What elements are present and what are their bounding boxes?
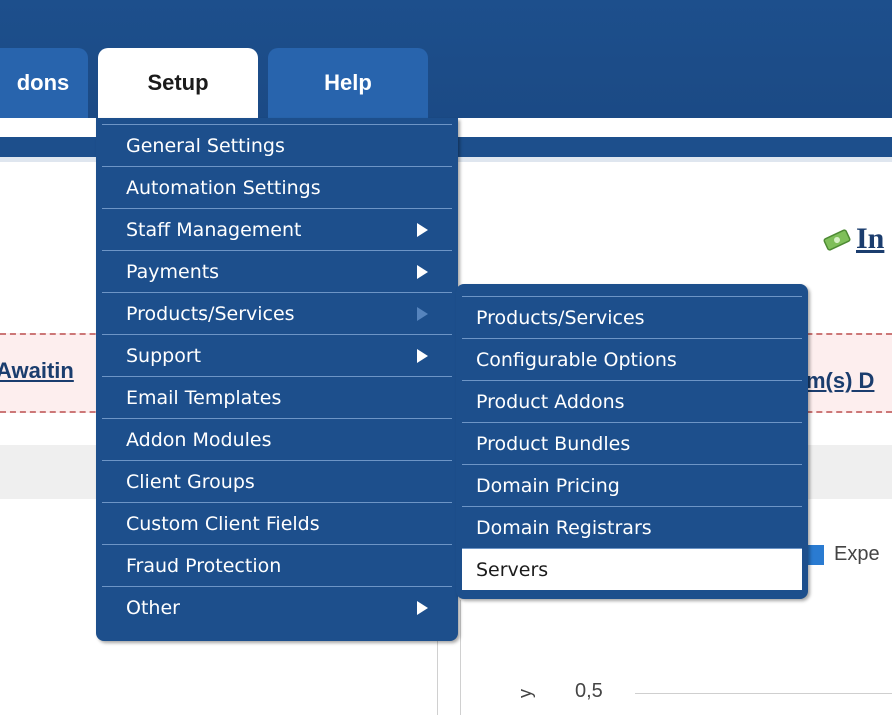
- tab-help[interactable]: Help: [268, 48, 428, 118]
- submenu-item-label: Product Addons: [476, 391, 625, 413]
- menu-item-staff-management[interactable]: Staff Management: [102, 208, 452, 250]
- menu-item-label: Automation Settings: [126, 177, 321, 199]
- submenu-item-label: Domain Pricing: [476, 475, 620, 497]
- money-icon: [823, 229, 851, 251]
- submenu-item-label: Domain Registrars: [476, 517, 652, 539]
- submenu-arrow-icon: [417, 223, 428, 237]
- tab-addons-label: dons: [16, 70, 70, 95]
- submenu-item-domain-pricing[interactable]: Domain Pricing: [462, 464, 802, 506]
- menu-item-label: Fraud Protection: [126, 555, 282, 577]
- submenu-item-label: Configurable Options: [476, 349, 677, 371]
- submenu-item-products-services[interactable]: Products/Services: [462, 296, 802, 338]
- chart-border: [460, 600, 461, 715]
- submenu-item-label: Servers: [476, 559, 549, 581]
- submenu-item-label: Product Bundles: [476, 433, 631, 455]
- menu-item-fraud-protection[interactable]: Fraud Protection: [102, 544, 452, 586]
- menu-item-label: General Settings: [126, 135, 285, 157]
- tab-help-label: Help: [324, 70, 372, 95]
- menu-item-label: Email Templates: [126, 387, 282, 409]
- submenu-item-configurable-options[interactable]: Configurable Options: [462, 338, 802, 380]
- y-axis-tick-label: 0,5: [575, 680, 603, 702]
- menu-item-label: Client Groups: [126, 471, 255, 493]
- submenu-arrow-icon: [417, 349, 428, 363]
- alert-items-link[interactable]: m(s) D: [806, 368, 874, 394]
- chart-legend: Expe: [806, 543, 880, 566]
- alert-awaiting-link[interactable]: Awaitin: [0, 358, 74, 384]
- menu-item-label: Products/Services: [126, 303, 295, 325]
- setup-dropdown-menu: General Settings Automation Settings Sta…: [96, 118, 458, 641]
- chart-gridline: [635, 693, 892, 694]
- tab-setup[interactable]: Setup: [98, 48, 258, 118]
- legend-swatch: [806, 544, 824, 565]
- menu-item-products-services[interactable]: Products/Services: [102, 292, 452, 334]
- menu-item-label: Addon Modules: [126, 429, 272, 451]
- submenu-arrow-icon: [417, 265, 428, 279]
- menu-item-addon-modules[interactable]: Addon Modules: [102, 418, 452, 460]
- submenu-item-servers[interactable]: Servers: [462, 548, 802, 590]
- menu-item-other[interactable]: Other: [102, 586, 452, 628]
- widget-title[interactable]: In: [856, 222, 884, 256]
- widget-title-text: In: [856, 222, 885, 255]
- menu-item-automation-settings[interactable]: Automation Settings: [102, 166, 452, 208]
- menu-item-client-groups[interactable]: Client Groups: [102, 460, 452, 502]
- submenu-item-domain-registrars[interactable]: Domain Registrars: [462, 506, 802, 548]
- menu-item-custom-client-fields[interactable]: Custom Client Fields: [102, 502, 452, 544]
- products-services-submenu: Products/Services Configurable Options P…: [456, 284, 808, 599]
- submenu-item-product-bundles[interactable]: Product Bundles: [462, 422, 802, 464]
- menu-item-label: Support: [126, 345, 202, 367]
- menu-item-label: Payments: [126, 261, 220, 283]
- tab-setup-label: Setup: [147, 70, 209, 95]
- menu-item-label: Other: [126, 597, 180, 619]
- menu-item-label: Custom Client Fields: [126, 513, 320, 535]
- submenu-arrow-icon: [417, 307, 428, 321]
- tab-addons[interactable]: dons: [0, 48, 88, 118]
- menu-item-support[interactable]: Support: [102, 334, 452, 376]
- submenu-item-label: Products/Services: [476, 307, 645, 329]
- menu-item-payments[interactable]: Payments: [102, 250, 452, 292]
- y-axis-label: y: [515, 689, 535, 698]
- submenu-arrow-icon: [417, 601, 428, 615]
- legend-label: Expe: [834, 543, 880, 565]
- submenu-item-product-addons[interactable]: Product Addons: [462, 380, 802, 422]
- menu-item-email-templates[interactable]: Email Templates: [102, 376, 452, 418]
- menu-item-label: Staff Management: [126, 219, 302, 241]
- menu-item-general-settings[interactable]: General Settings: [102, 124, 452, 166]
